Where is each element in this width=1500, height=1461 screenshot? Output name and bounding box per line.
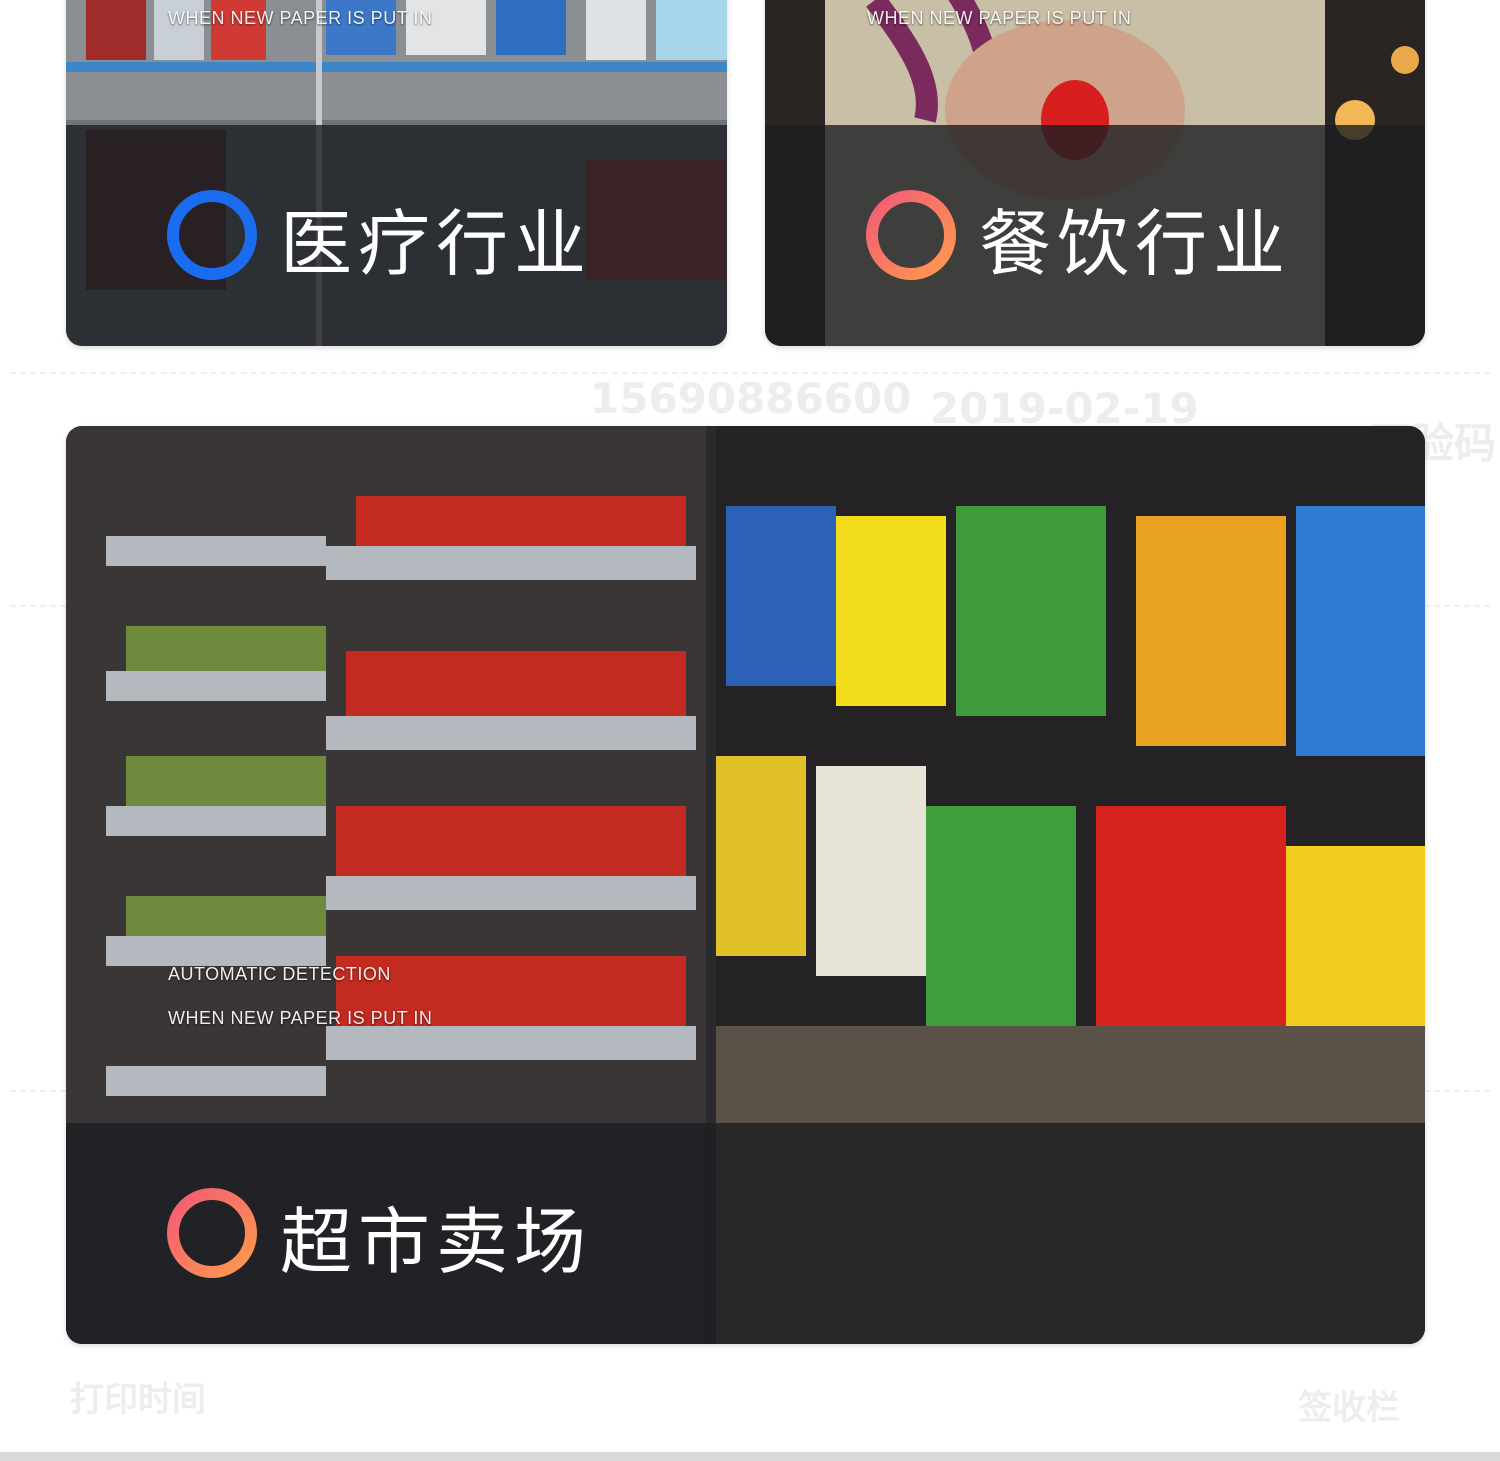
ring-icon	[866, 190, 956, 280]
caption-english: AUTOMATIC DETECTION	[168, 964, 391, 984]
industry-card-supermarket[interactable]: AUTOMATIC DETECTION WHEN NEW PAPER IS PU…	[66, 426, 1425, 1344]
print-time-label: 打印时间	[70, 1380, 206, 1420]
label-bar: 医疗行业	[66, 125, 727, 346]
bottom-strip	[0, 1452, 1500, 1461]
caption-english: WHEN NEW PAPER IS PUT IN	[168, 8, 433, 28]
ring-icon	[167, 190, 257, 280]
ring-icon	[167, 1188, 257, 1278]
receipt-phone: 15690886600	[590, 374, 912, 423]
caption-english: WHEN NEW PAPER IS PUT IN	[168, 1008, 433, 1028]
signature-label: 签收栏	[1298, 1388, 1400, 1428]
industry-label: 超市卖场	[280, 1200, 593, 1284]
industry-card-catering[interactable]: WHEN NEW PAPER IS PUT IN 餐饮行业	[765, 0, 1425, 346]
industry-label: 医疗行业	[280, 202, 593, 286]
caption-english: WHEN NEW PAPER IS PUT IN	[867, 8, 1132, 28]
industry-card-medical[interactable]: WHEN NEW PAPER IS PUT IN 医疗行业	[66, 0, 727, 346]
label-bar: 餐饮行业	[765, 125, 1425, 346]
label-bar: 超市卖场	[66, 1123, 1425, 1344]
industry-label: 餐饮行业	[979, 202, 1292, 286]
